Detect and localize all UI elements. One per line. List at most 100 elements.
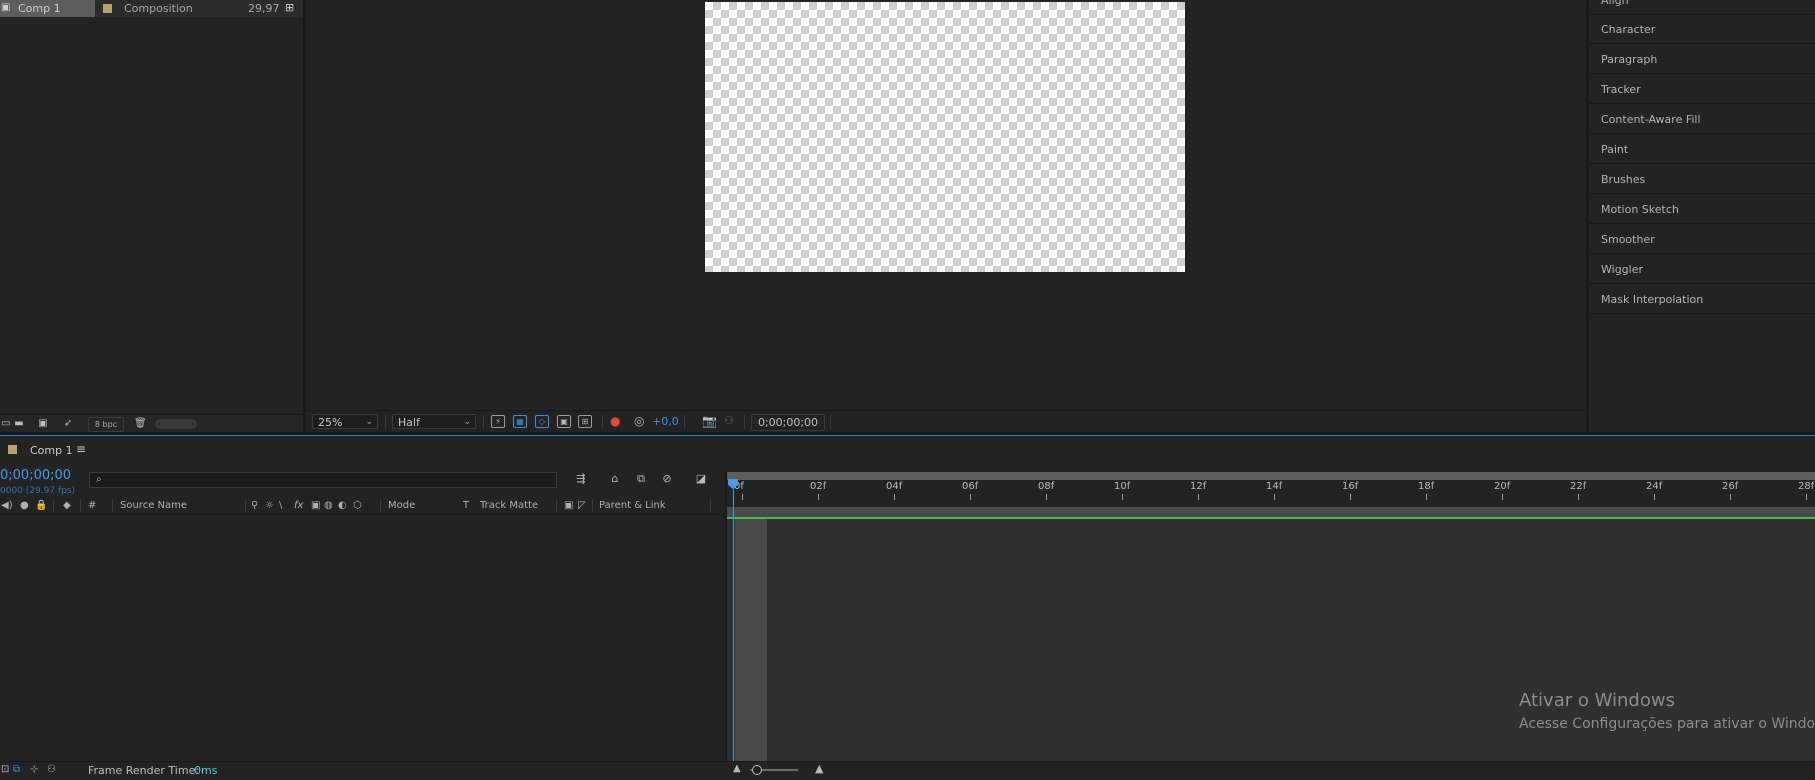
- source-name-header[interactable]: Source Name: [120, 500, 187, 511]
- ruler-ticks: 0f 02f 04f 06f 08f 10f 12f 14f 16f 18f 20f 22f 24f 26…: [727, 472, 1815, 507]
- toolbar-divider: [684, 415, 685, 429]
- comp-mini-flowchart-icon[interactable]: ⇶: [573, 472, 589, 486]
- show-snapshot-icon[interactable]: ⚇: [724, 414, 734, 427]
- layer-column-header: ◀) ● 🔒 ◆ # Source Name ⚲ ☼ \ fx ▣ ◍ ◐ ⬡ …: [0, 497, 725, 515]
- project-item-name[interactable]: Comp 1: [18, 2, 61, 15]
- region-of-interest-icon[interactable]: ▣: [557, 415, 571, 428]
- layer-switches-toggle-icon[interactable]: ⊡: [1, 764, 9, 775]
- reset-exposure-icon[interactable]: ◎: [634, 414, 644, 428]
- fast-previews-icon[interactable]: ⚡: [491, 415, 505, 428]
- in-out-toggle-icon[interactable]: ⊹: [30, 764, 38, 775]
- composition-viewer: 25% ⌄ Half ⌄ ⚡ ▦ ◇ ▣ ⊞ ● ◎ +0,0 📷 ⚇ 0;00…: [306, 0, 1586, 433]
- panel-wiggler[interactable]: Wiggler: [1589, 255, 1815, 284]
- lock-icon[interactable]: 🔒: [35, 500, 47, 511]
- shy-switch-icon: ⚲: [251, 500, 259, 511]
- bit-depth-button[interactable]: 8 bpc: [88, 417, 124, 432]
- transparency-grid-icon[interactable]: ▦: [513, 415, 527, 428]
- ruler-tick-label: 02f: [810, 481, 827, 492]
- ruler-tick-mark: [1274, 494, 1275, 500]
- draft-3d-icon[interactable]: ⌂: [607, 472, 623, 486]
- audio-icon[interactable]: ◀): [1, 500, 13, 511]
- project-item-row[interactable]: ▣ Comp 1 Composition 29,97 ⊞: [0, 0, 303, 17]
- frame-render-time-label: Frame Render Time:: [88, 764, 200, 777]
- timeline-tab[interactable]: Comp 1: [30, 444, 73, 457]
- panel-paragraph[interactable]: Paragraph: [1589, 45, 1815, 74]
- panel-smoother[interactable]: Smoother: [1589, 225, 1815, 254]
- viewer-timecode[interactable]: 0;00;00;00: [751, 414, 825, 431]
- project-item-type: Composition: [124, 2, 193, 15]
- mode-header[interactable]: Mode: [388, 500, 415, 511]
- panel-motion-sketch[interactable]: Motion Sketch: [1589, 195, 1815, 224]
- zoom-in-icon[interactable]: ▲: [815, 762, 823, 775]
- chevron-down-icon: ⌄: [365, 417, 373, 427]
- project-toolbar: ▭ ▬ ▣ ➶ 8 bpc 🗑: [0, 414, 303, 433]
- toolbar-divider: [744, 415, 745, 429]
- new-folder-icon[interactable]: ▬: [13, 418, 25, 429]
- panel-brushes[interactable]: Brushes: [1589, 165, 1815, 194]
- panel-align[interactable]: Align: [1589, 0, 1815, 15]
- ruler-tick-mark: [1046, 494, 1047, 500]
- ruler-tick-label: 16f: [1342, 481, 1359, 492]
- interpret-footage-icon[interactable]: ▭: [0, 418, 12, 429]
- panel-paint[interactable]: Paint: [1589, 135, 1815, 164]
- render-queue-icon[interactable]: ➶: [62, 418, 74, 429]
- snapshot-camera-icon[interactable]: 📷: [702, 414, 717, 428]
- panel-menu-icon[interactable]: ≡: [76, 442, 86, 456]
- transfer-controls-toggle-icon[interactable]: ⧉: [13, 764, 20, 775]
- frame-blending-icon[interactable]: ⊘: [659, 472, 675, 486]
- column-divider: [245, 499, 246, 512]
- ruler-tick-label: 10f: [1114, 481, 1131, 492]
- current-time-indicator[interactable]: [733, 483, 734, 761]
- label-color-swatch[interactable]: [103, 4, 112, 13]
- panel-mask-interpolation[interactable]: Mask Interpolation: [1589, 285, 1815, 314]
- matte-visibility-icon: ▣: [564, 500, 574, 511]
- ruler-tick-label: 28f: [1798, 481, 1815, 492]
- resolution-select[interactable]: Half ⌄: [392, 414, 476, 429]
- panel-character[interactable]: Character: [1589, 15, 1815, 44]
- motion-blur-icon[interactable]: ◪: [693, 472, 709, 486]
- collapse-switch-icon: ☼: [265, 500, 274, 511]
- layer-search-input[interactable]: ⌕: [89, 472, 557, 488]
- frame-render-time-value: 0ms: [194, 764, 218, 777]
- frame-count: 0000 (29.97 fps): [0, 486, 75, 496]
- thumbnail-slider[interactable]: [155, 419, 197, 429]
- new-composition-icon[interactable]: ▣: [37, 418, 49, 429]
- flowchart-icon[interactable]: ⊞: [285, 1, 294, 14]
- column-divider: [380, 499, 381, 512]
- magnification-select[interactable]: 25% ⌄: [312, 414, 378, 429]
- column-divider: [112, 499, 113, 512]
- search-icon: ⌕: [96, 474, 102, 485]
- column-divider: [710, 499, 711, 512]
- quality-switch-icon: \: [279, 500, 283, 511]
- project-item-fps: 29,97: [248, 2, 280, 15]
- trash-icon[interactable]: 🗑: [134, 418, 147, 429]
- matte-invert-icon: ◸: [578, 500, 586, 511]
- ruler-tick-mark: [1426, 494, 1427, 500]
- toolbar-divider: [385, 415, 386, 429]
- grid-guides-icon[interactable]: ⊞: [578, 415, 592, 428]
- color-channels-icon[interactable]: ●: [610, 414, 620, 428]
- ruler-tick-mark: [1122, 494, 1123, 500]
- work-area-band[interactable]: [727, 507, 1815, 517]
- ruler-tick-mark: [1730, 494, 1731, 500]
- time-ruler[interactable]: 0f 02f 04f 06f 08f 10f 12f 14f 16f 18f 20f 22f 24f 26…: [727, 472, 1815, 507]
- exposure-value[interactable]: +0,0: [652, 415, 679, 428]
- panel-tracker[interactable]: Tracker: [1589, 75, 1815, 104]
- label-tag-icon[interactable]: ◆: [63, 500, 71, 511]
- track-matte-header[interactable]: Track Matte: [480, 500, 538, 511]
- render-time-toggle-icon[interactable]: ⚇: [47, 764, 56, 775]
- mask-visibility-icon[interactable]: ◇: [535, 415, 549, 428]
- timeline-zoom-knob[interactable]: [752, 765, 762, 775]
- ruler-tick-label: 26f: [1722, 481, 1739, 492]
- parent-link-header[interactable]: Parent & Link: [599, 500, 666, 511]
- ruler-tick-mark: [1502, 494, 1503, 500]
- solo-icon[interactable]: ●: [20, 500, 29, 511]
- layer-list[interactable]: [0, 515, 725, 761]
- zoom-out-icon[interactable]: ▲: [733, 763, 741, 774]
- project-panel: ▣ Comp 1 Composition 29,97 ⊞ ▭ ▬ ▣ ➶ 8 b…: [0, 0, 304, 433]
- composition-canvas[interactable]: [705, 2, 1185, 272]
- shy-layers-icon[interactable]: ⧉: [633, 472, 649, 486]
- current-time-display[interactable]: 0;00;00;00: [0, 468, 71, 483]
- toolbar-divider: [830, 415, 831, 429]
- panel-content-aware-fill[interactable]: Content-Aware Fill: [1589, 105, 1815, 134]
